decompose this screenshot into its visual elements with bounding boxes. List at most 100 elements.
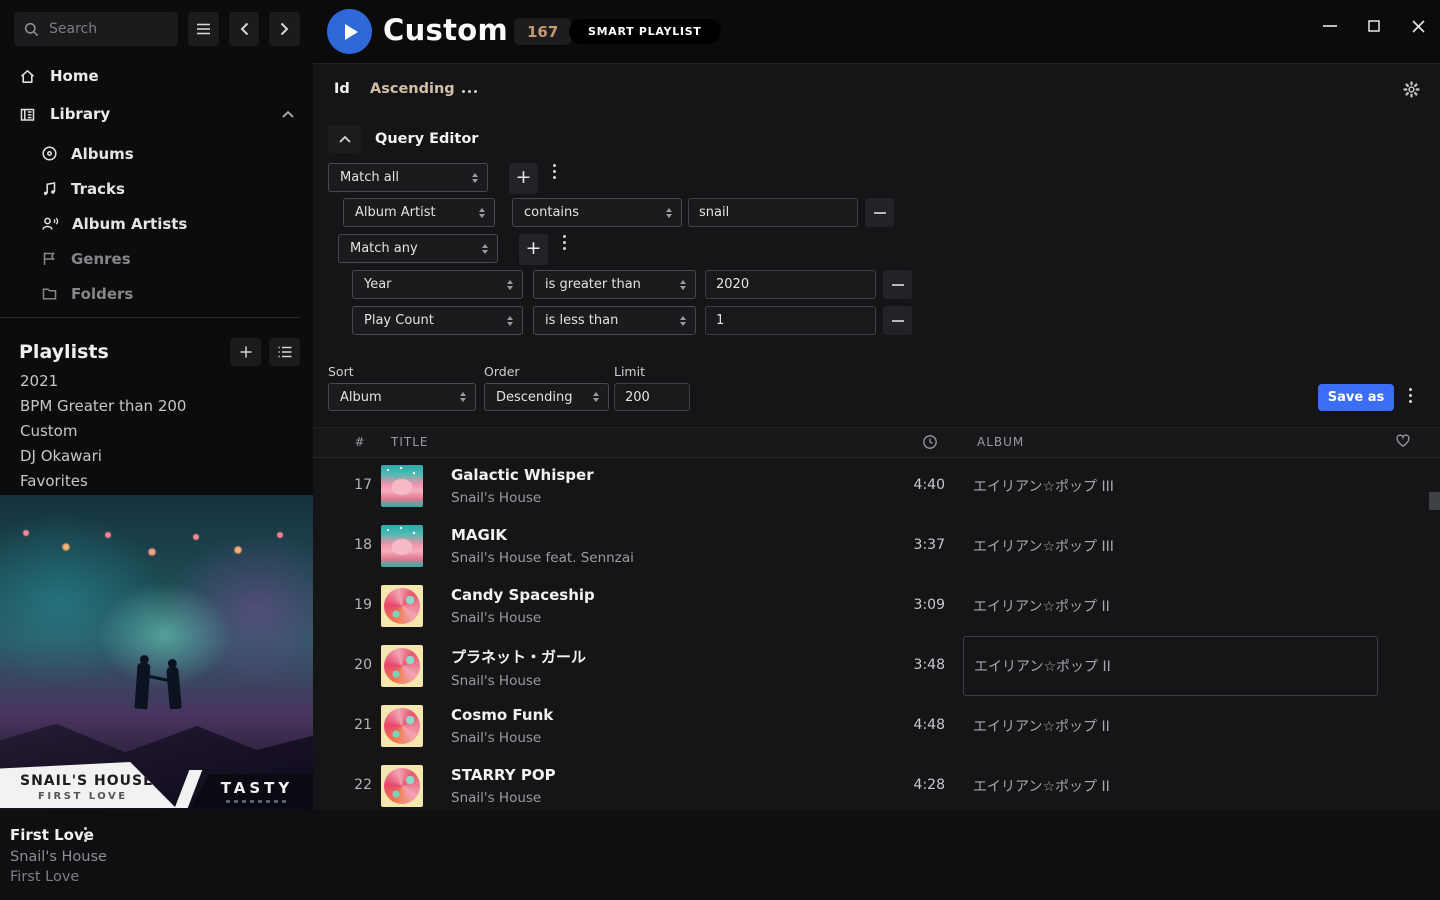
playlist-item[interactable]: Custom [20, 419, 303, 444]
rule2-operator-select[interactable]: is greater than [533, 270, 696, 299]
track-album-cell[interactable]: エイリアン☆ポップ II [963, 756, 1378, 810]
playlist-item[interactable]: DJ Okawari [20, 444, 303, 469]
playlist-item[interactable]: 2021 [20, 369, 303, 394]
now-playing-artist: Snail's House [10, 849, 107, 865]
track-row[interactable]: 19 Candy Spaceship Snail's House 3:09 エイ… [313, 576, 1440, 636]
back-button[interactable] [229, 12, 260, 46]
remove-rule1-button[interactable] [865, 198, 894, 227]
rule3-value-input[interactable] [705, 306, 876, 335]
rule3-field-select[interactable]: Play Count [352, 306, 523, 335]
match-mode-select-group1[interactable]: Match all [328, 163, 488, 192]
album-art-graphic [384, 588, 420, 624]
track-row[interactable]: 20 プラネット・ガール Snail's House 3:48 エイリアン☆ポッ… [313, 636, 1440, 696]
track-row[interactable]: 17 Galactic Whisper Snail's House 4:40 エ… [313, 456, 1440, 516]
rule1-operator-select[interactable]: contains [512, 198, 682, 227]
track-artist: Snail's House [451, 673, 586, 689]
search-input[interactable] [47, 20, 168, 38]
match-mode-value: Match all [340, 170, 399, 185]
track-album-cell[interactable]: エイリアン☆ポップ III [963, 456, 1378, 516]
rule1-field-select[interactable]: Album Artist [343, 198, 495, 227]
now-playing-menu-button[interactable] [84, 833, 87, 836]
remove-rule3-button[interactable] [883, 306, 912, 335]
favorite-column-icon[interactable] [1395, 433, 1411, 448]
save-as-button[interactable]: Save as [1318, 384, 1394, 411]
page-title: Custom [383, 13, 508, 47]
query-editor-collapse-button[interactable] [328, 125, 361, 153]
sidebar-library-item[interactable]: Tracks [0, 171, 313, 206]
album-art-brand-subtext [226, 800, 288, 803]
library-item-label: Genres [71, 250, 131, 268]
library-item-icon [41, 145, 58, 162]
track-row[interactable]: 18 MAGIK Snail's House feat. Sennzai 3:3… [313, 516, 1440, 576]
rule2-field-select[interactable]: Year [352, 270, 523, 299]
track-album-cell[interactable]: エイリアン☆ポップ II [963, 696, 1378, 756]
sidebar-library-item[interactable]: Folders [0, 276, 313, 311]
save-menu-button[interactable] [1409, 394, 1412, 397]
add-playlist-button[interactable] [230, 338, 261, 366]
track-row[interactable]: 21 Cosmo Funk Snail's House 4:48 エイリアン☆ポ… [313, 696, 1440, 756]
now-playing-album-art[interactable]: SNAIL'S HOUSE FIRST LOVE TASTY [0, 495, 313, 810]
play-playlist-button[interactable] [327, 9, 372, 54]
library-item-label: Albums [71, 145, 134, 163]
sort-field-button[interactable]: Id [334, 81, 350, 97]
window-controls [1308, 0, 1440, 52]
track-row[interactable]: 22 STARRY POP Snail's House 4:28 エイリアン☆ポ… [313, 756, 1440, 810]
sort-select[interactable]: Album [328, 383, 476, 411]
track-number: 20 [332, 657, 372, 673]
limit-input[interactable] [614, 383, 690, 411]
sidebar-library-item[interactable]: Album Artists [0, 206, 313, 241]
rule1-value-input[interactable] [688, 198, 858, 227]
minimize-button[interactable] [1308, 0, 1352, 52]
sidebar-item-library[interactable]: Library [0, 95, 313, 133]
chevron-up-icon [339, 136, 351, 143]
track-artist: Snail's House [451, 730, 553, 746]
add-rule-button-group1[interactable]: + [509, 163, 538, 194]
rule2-value-input[interactable] [705, 270, 876, 299]
match-mode-select-group2[interactable]: Match any [338, 234, 498, 263]
library-item-icon [41, 285, 58, 302]
track-album-cell[interactable]: エイリアン☆ポップ III [963, 516, 1378, 576]
rule2-field-value: Year [364, 277, 392, 292]
track-duration: 3:09 [873, 597, 945, 613]
play-icon [345, 24, 358, 40]
track-album-cell[interactable]: エイリアン☆ポップ II [963, 636, 1378, 696]
search-box[interactable] [14, 12, 178, 46]
sidebar-item-home[interactable]: Home [0, 57, 313, 95]
rule3-operator-select[interactable]: is less than [533, 306, 696, 335]
track-album-art [381, 705, 423, 747]
order-label: Order [484, 364, 520, 379]
column-album[interactable]: ALBUM [977, 435, 1024, 449]
chevron-up-icon[interactable] [282, 111, 294, 118]
more-options-button[interactable] [468, 90, 471, 93]
track-album: エイリアン☆ポップ III [973, 476, 1114, 496]
maximize-button[interactable] [1352, 0, 1396, 52]
track-album: エイリアン☆ポップ II [973, 716, 1110, 736]
sidebar-library-item[interactable]: Albums [0, 136, 313, 171]
group1-menu-button[interactable] [553, 170, 556, 173]
group2-menu-button[interactable] [563, 241, 566, 244]
track-number: 19 [332, 597, 372, 613]
playlist-item[interactable]: BPM Greater than 200 [20, 394, 303, 419]
duration-column-icon[interactable] [922, 434, 938, 450]
heart-icon [1395, 433, 1411, 448]
playlist-item[interactable]: Favorites [20, 469, 303, 494]
menu-button[interactable] [188, 12, 219, 46]
clock-icon [922, 434, 938, 450]
track-album-cell[interactable]: エイリアン☆ポップ II [963, 576, 1378, 636]
settings-gear-button[interactable] [1403, 81, 1420, 98]
close-button[interactable] [1396, 0, 1440, 52]
forward-button[interactable] [269, 12, 300, 46]
add-rule-button-group2[interactable]: + [519, 234, 548, 265]
sort-direction-button[interactable]: Ascending [370, 81, 455, 97]
select-arrows-icon [507, 280, 513, 290]
scrollbar-thumb[interactable] [1429, 492, 1440, 510]
album-art-label-badge: TASTY [191, 774, 313, 808]
sidebar-library-item[interactable]: Genres [0, 241, 313, 276]
remove-rule2-button[interactable] [883, 270, 912, 299]
track-album: エイリアン☆ポップ III [973, 536, 1114, 556]
playlist-list-button[interactable] [269, 338, 300, 366]
select-arrows-icon [460, 392, 466, 402]
column-title[interactable]: TITLE [391, 435, 428, 449]
column-index[interactable]: # [351, 435, 369, 449]
order-select[interactable]: Descending [484, 383, 609, 411]
